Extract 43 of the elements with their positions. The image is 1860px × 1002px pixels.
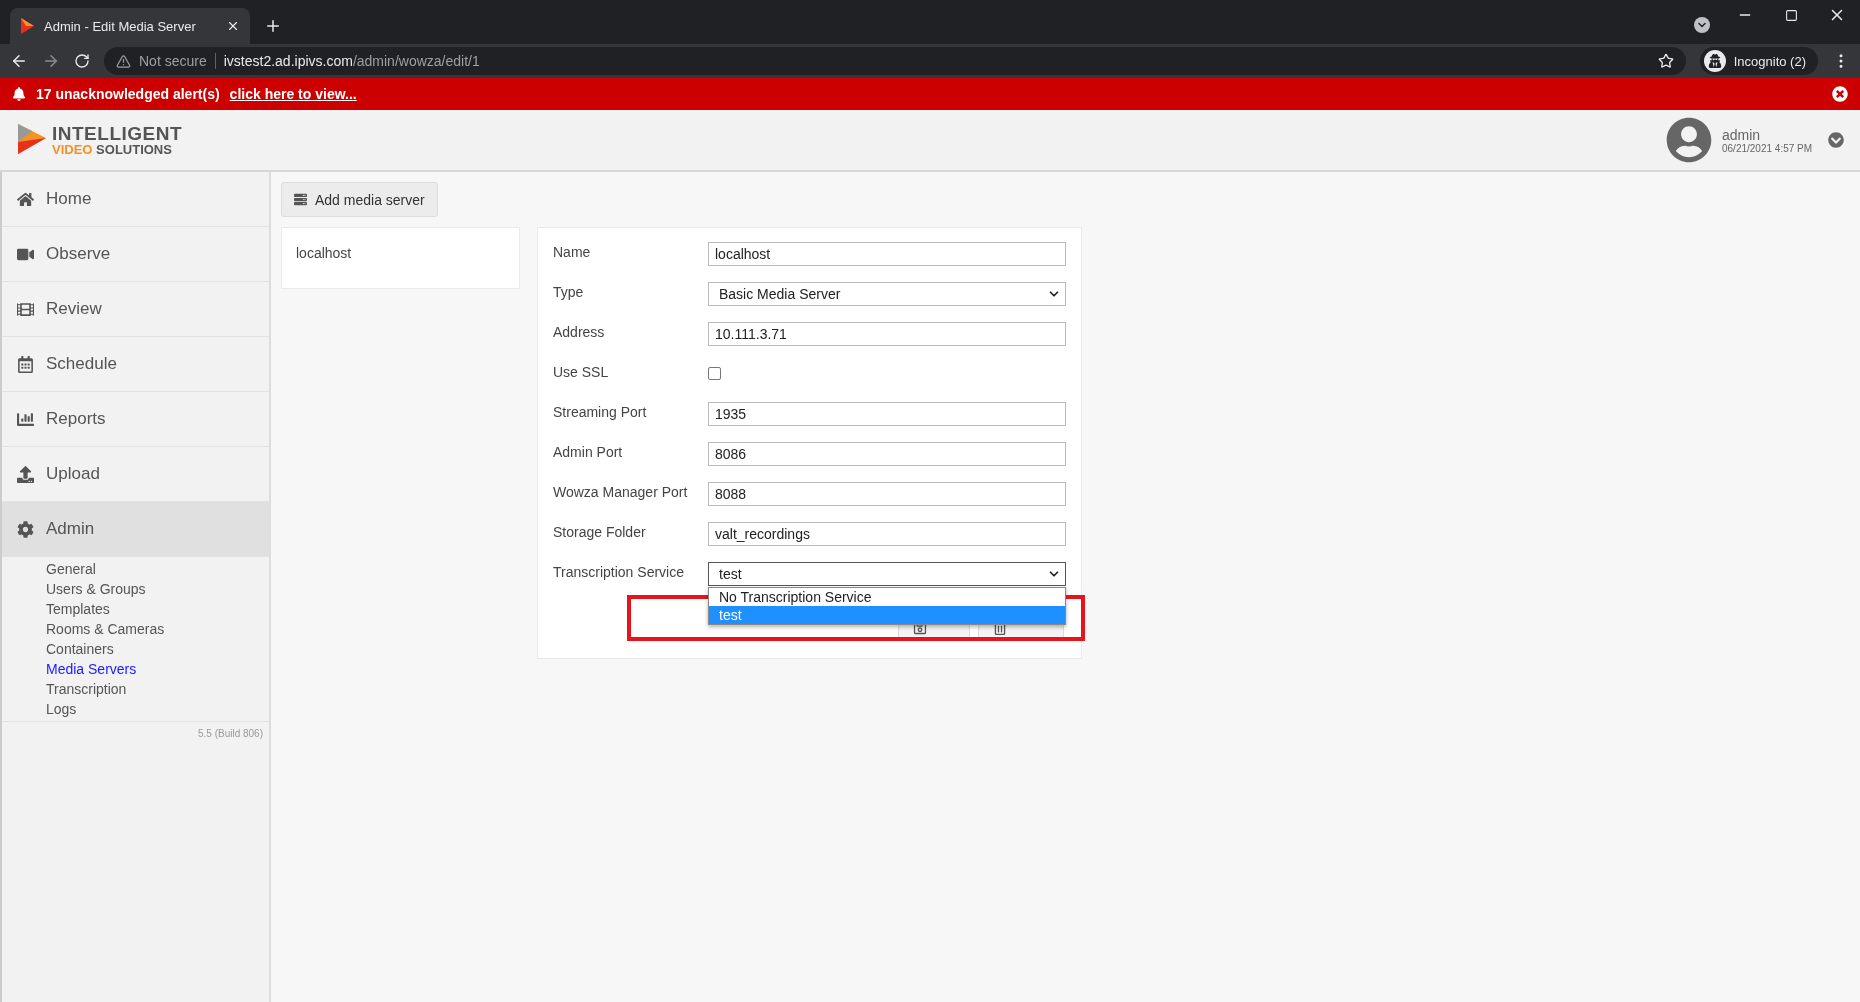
field-label: Use SSL (553, 363, 610, 380)
server-list-item[interactable]: localhost (296, 245, 352, 261)
field-label: Name (553, 243, 592, 260)
field-label: Transcription Service (553, 563, 685, 580)
text-input[interactable]: valt_recordings (708, 522, 1066, 546)
address-bar[interactable]: Not secure ivstest2.ad.ipivs.com/admin/wowza/edit/1 (104, 47, 1686, 75)
nav-item[interactable]: Schedule (2, 337, 269, 392)
version-text: 5.5 (Build 806) (196, 727, 264, 741)
alert-text: 17 unacknowledged alert(s) (36, 86, 220, 102)
add-media-server-button[interactable]: Add media server (281, 182, 438, 217)
dropdown-option[interactable]: No Transcription Service (709, 588, 1065, 606)
nav-subitem[interactable]: Rooms & Cameras (46, 619, 165, 639)
text-input[interactable]: 8086 (708, 442, 1066, 466)
nav-item[interactable]: Observe (2, 227, 269, 282)
field-label: Streaming Port (553, 403, 648, 420)
nav-subitem[interactable]: Media Servers (46, 659, 137, 679)
field-label: Admin Port (553, 443, 624, 460)
user-datetime: 06/21/2021 4:57 PM (1722, 142, 1814, 154)
field-label: Storage Folder (553, 523, 647, 540)
select-field[interactable]: Basic Media Server (708, 282, 1066, 306)
browser-tab[interactable]: Admin - Edit Media Server (10, 8, 250, 44)
text-input[interactable]: localhost (708, 242, 1066, 266)
field-label: Wowza Manager Port (553, 483, 689, 500)
nav-subitem[interactable]: Transcription (46, 679, 127, 699)
logo-text: INTELLIGENT VIDEO SOLUTIONS (52, 124, 183, 156)
nav-subitem[interactable]: Logs (46, 699, 77, 719)
nav-item[interactable]: Home (2, 172, 269, 227)
nav-subitem[interactable]: Containers (46, 639, 114, 659)
nav-subitem[interactable]: Users & Groups (46, 579, 146, 599)
nav-item[interactable]: Admin (2, 502, 269, 557)
nav-subitem[interactable]: General (46, 559, 96, 579)
text-input[interactable]: 1935 (708, 402, 1066, 426)
field-label: Address (553, 323, 606, 340)
field-label: Type (553, 283, 585, 300)
incognito-button[interactable]: Incognito (2) (1699, 47, 1818, 75)
user-name: admin (1722, 126, 1762, 143)
nav-item[interactable]: Review (2, 282, 269, 337)
nav-item[interactable]: Reports (2, 392, 269, 447)
select-field[interactable]: test (708, 562, 1066, 586)
nav-subitem[interactable]: Templates (46, 599, 110, 619)
text-input[interactable]: 8088 (708, 482, 1066, 506)
text-input[interactable]: 10.111.3.71 (708, 322, 1066, 346)
alert-link[interactable]: click here to view... (229, 86, 357, 102)
